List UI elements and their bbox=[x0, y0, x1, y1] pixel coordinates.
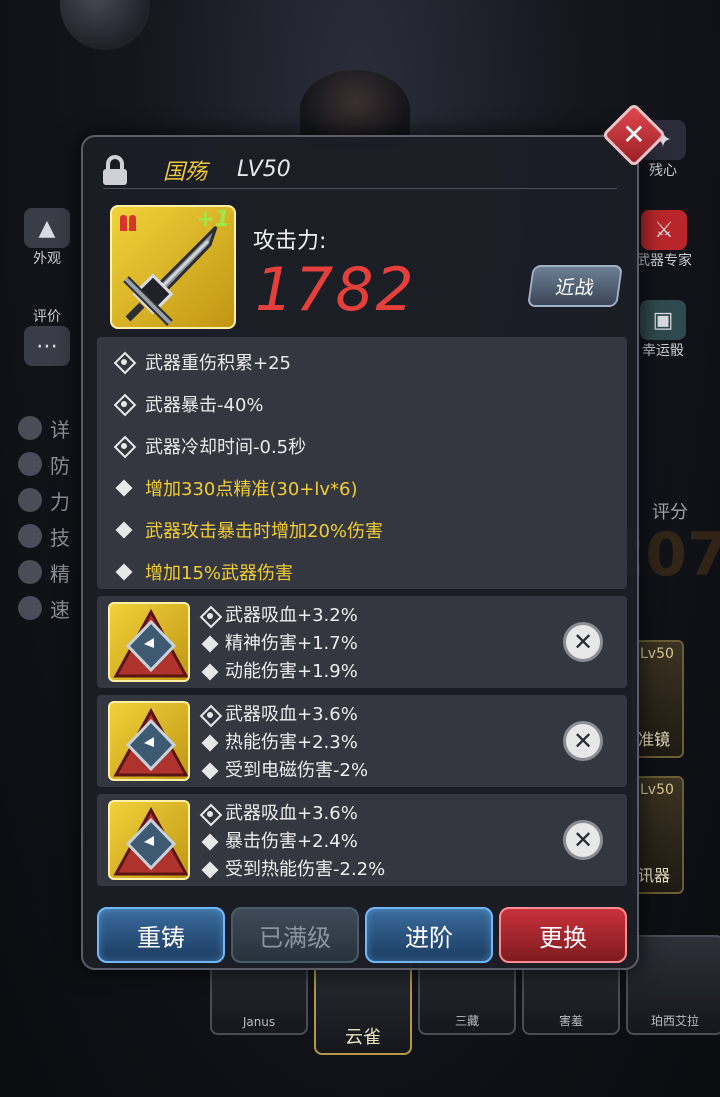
chat-icon: ⋯ bbox=[24, 326, 70, 366]
base-attr-icon bbox=[201, 706, 219, 724]
gem-chip-icon bbox=[108, 701, 190, 781]
gem-slot: 武器吸血+3.6% 热能伤害+2.3% 受到电磁伤害-2% ✕ bbox=[97, 695, 627, 787]
gem-slot: 武器吸血+3.6% 暴击伤害+2.4% 受到热能伤害-2.2% ✕ bbox=[97, 794, 627, 886]
fist-icon bbox=[18, 488, 42, 512]
gem-stats: 武器吸血+3.6% 暴击伤害+2.4% 受到热能伤害-2.2% bbox=[201, 800, 385, 884]
diamond-icon bbox=[115, 479, 133, 497]
detail-list-item: 防 bbox=[18, 446, 70, 482]
diamond-icon bbox=[115, 521, 133, 539]
base-attr-icon bbox=[115, 395, 133, 413]
weapon-detail-dialog: 国殇 LV50 +1 攻击力: 1782 近战 武器重伤积累+25 武器暴击-4… bbox=[81, 135, 639, 970]
weapon-expert-icon: ⚔ bbox=[641, 210, 687, 250]
hero-card[interactable]: 珀西艾拉 bbox=[626, 935, 720, 1035]
shirt-icon: ▲ bbox=[24, 208, 70, 248]
diamond-icon bbox=[201, 762, 219, 780]
attribute-line: 武器暴击-40% bbox=[97, 383, 627, 425]
detail-list-item[interactable]: 详 bbox=[18, 410, 70, 446]
remove-gem-button[interactable]: ✕ bbox=[563, 622, 603, 662]
speed-icon bbox=[18, 596, 42, 620]
gem-slot: 武器吸血+3.2% 精神伤害+1.7% 动能伤害+1.9% ✕ bbox=[97, 596, 627, 688]
attribute-line-bonus: 增加15%武器伤害 bbox=[97, 551, 627, 593]
remove-gem-button[interactable]: ✕ bbox=[563, 820, 603, 860]
detail-list-item: 速 bbox=[18, 590, 70, 626]
detail-list-item: 力 bbox=[18, 482, 70, 518]
reforge-button[interactable]: 重铸 bbox=[97, 907, 225, 963]
close-icon: ✕ bbox=[622, 118, 646, 151]
base-attr-icon bbox=[201, 805, 219, 823]
attack-label: 攻击力: bbox=[253, 229, 327, 254]
diamond-icon bbox=[201, 861, 219, 879]
advance-button[interactable]: 进阶 bbox=[365, 907, 493, 963]
background-planet bbox=[60, 0, 150, 50]
wrench-icon bbox=[18, 524, 42, 548]
replace-button[interactable]: 更换 bbox=[499, 907, 627, 963]
search-icon bbox=[18, 416, 42, 440]
weapon-name: 国殇 bbox=[163, 159, 208, 185]
melee-type-button[interactable]: 近战 bbox=[527, 265, 623, 307]
equipment-card-scope[interactable]: Lv50 准镜 bbox=[632, 640, 684, 758]
base-attr-icon bbox=[115, 353, 133, 371]
lock-icon[interactable] bbox=[103, 154, 127, 185]
max-level-button: 已满级 bbox=[231, 907, 359, 963]
gem-chip-icon bbox=[108, 800, 190, 880]
gem-stats: 武器吸血+3.2% 精神伤害+1.7% 动能伤害+1.9% bbox=[201, 602, 358, 686]
weapon-level: LV50 bbox=[237, 157, 291, 182]
shield-icon bbox=[18, 452, 42, 476]
base-attr-icon bbox=[201, 607, 219, 625]
base-attr-icon bbox=[115, 437, 133, 455]
diamond-icon bbox=[201, 734, 219, 752]
close-icon: ✕ bbox=[572, 826, 594, 854]
attribute-line: 武器冷却时间-0.5秒 bbox=[97, 425, 627, 467]
side-button-weapon-expert[interactable]: ⚔ 武器专家 bbox=[636, 210, 692, 270]
attribute-line-bonus: 武器攻击暴击时增加20%伤害 bbox=[97, 509, 627, 551]
close-icon: ✕ bbox=[572, 628, 594, 656]
attribute-list: 武器重伤积累+25 武器暴击-40% 武器冷却时间-0.5秒 增加330点精准(… bbox=[97, 337, 627, 589]
dice-icon: ▣ bbox=[640, 300, 686, 340]
attribute-line: 武器重伤积累+25 bbox=[97, 341, 627, 383]
gem-stats: 武器吸血+3.6% 热能伤害+2.3% 受到电磁伤害-2% bbox=[201, 701, 368, 785]
equipment-card-communicator[interactable]: Lv50 讯器 bbox=[632, 776, 684, 894]
diamond-icon bbox=[201, 663, 219, 681]
side-button-review[interactable]: 评价 ⋯ bbox=[24, 306, 70, 366]
side-button-appearance[interactable]: ▲ 外观 bbox=[24, 208, 70, 268]
brain-icon bbox=[18, 560, 42, 584]
detail-list: 详 防 力 技 精 速 bbox=[18, 410, 70, 626]
attribute-line-bonus: 增加330点精准(30+lv*6) bbox=[97, 467, 627, 509]
weapon-sword-icon: +1 bbox=[110, 205, 236, 329]
detail-list-item: 精 bbox=[18, 554, 70, 590]
attack-value: 1782 bbox=[255, 255, 416, 325]
remove-gem-button[interactable]: ✕ bbox=[563, 721, 603, 761]
diamond-icon bbox=[201, 833, 219, 851]
diamond-icon bbox=[201, 635, 219, 653]
dialog-header: 国殇 LV50 bbox=[103, 154, 617, 189]
gem-chip-icon bbox=[108, 602, 190, 682]
close-icon: ✕ bbox=[572, 727, 594, 755]
detail-list-item: 技 bbox=[18, 518, 70, 554]
side-button-lucky-dice[interactable]: ▣ 幸运骰 bbox=[640, 300, 686, 360]
diamond-icon bbox=[115, 563, 133, 581]
